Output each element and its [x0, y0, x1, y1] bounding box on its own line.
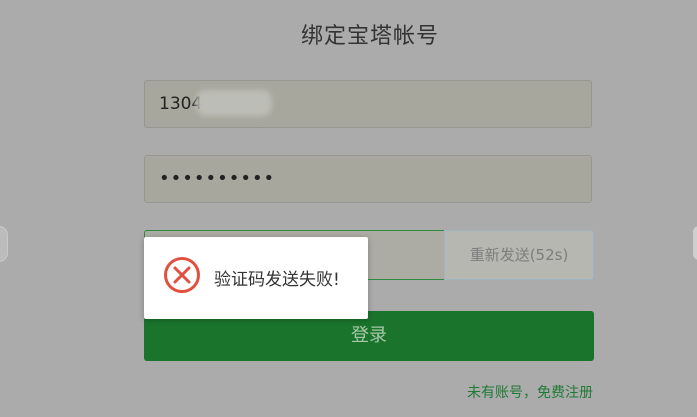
register-link[interactable]: 未有账号，免费注册 [467, 382, 593, 402]
password-value: •••••••••• [159, 168, 276, 189]
password-input[interactable]: •••••••••• [144, 155, 592, 203]
page-title: 绑定宝塔帐号 [300, 24, 439, 49]
right-edge-handle[interactable] [693, 226, 697, 260]
left-edge-handle[interactable] [0, 226, 8, 262]
resend-code-button[interactable]: 重新发送(52s) [444, 230, 594, 280]
error-toast: 验证码发送失败! [144, 237, 368, 319]
redacted-phone-blur [196, 90, 272, 116]
toast-message: 验证码发送失败! [214, 270, 340, 290]
error-circle-x-icon [164, 257, 200, 293]
